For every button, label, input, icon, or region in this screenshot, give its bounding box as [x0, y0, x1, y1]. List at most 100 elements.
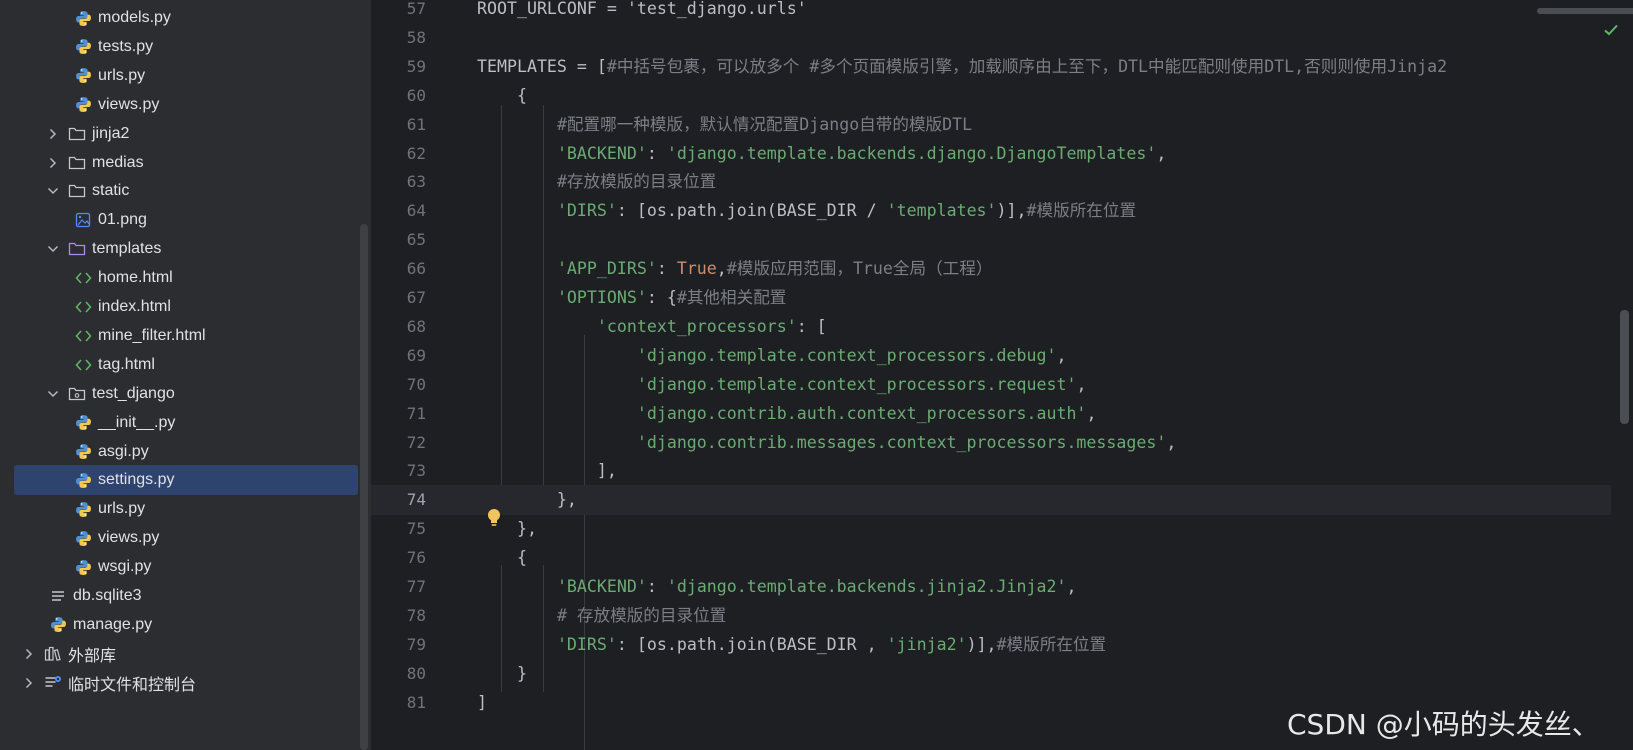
code-line[interactable]: 70 'django.template.context_processors.r…	[371, 370, 1611, 400]
tree-item-models-py[interactable]: models.py	[0, 3, 360, 33]
chevron-right-icon[interactable]	[22, 648, 36, 660]
tree-item-tag-html[interactable]: tag.html	[0, 350, 360, 380]
code-line[interactable]: 57 ROOT_URLCONF = 'test_django.urls'	[371, 0, 1611, 24]
tree-item-mine-filter-html[interactable]: mine_filter.html	[0, 321, 360, 351]
code-text[interactable]: ROOT_URLCONF = 'test_django.urls'	[477, 0, 807, 24]
code-text[interactable]: #配置哪一种模版，默认情况配置Django自带的模版DTL	[477, 110, 972, 140]
tree-item-label: 01.png	[98, 211, 147, 229]
tree-item-manage-py[interactable]: manage.py	[0, 610, 360, 640]
line-number: 57	[406, 0, 426, 18]
tree-item-[interactable]: 外部库	[0, 639, 360, 669]
code-text[interactable]: 'django.template.context_processors.requ…	[477, 370, 1087, 400]
code-text[interactable]: ],	[477, 456, 617, 486]
code-text[interactable]: #存放模版的目录位置	[477, 167, 716, 197]
code-line[interactable]: 58	[371, 23, 1611, 53]
line-number: 75	[406, 519, 426, 539]
code-line[interactable]: 74 },	[371, 485, 1611, 516]
code-text[interactable]: # 存放模版的目录位置	[477, 601, 726, 631]
code-text[interactable]: 'django.template.context_processors.debu…	[477, 341, 1067, 371]
tree-item-tests-py[interactable]: tests.py	[0, 32, 360, 62]
tree-item-settings-py[interactable]: settings.py	[14, 465, 358, 496]
html-file-icon	[74, 298, 92, 316]
code-token: 'OPTIONS'	[556, 288, 647, 307]
code-line[interactable]: 60 {	[371, 81, 1611, 111]
vertical-scrollbar-thumb[interactable]	[1620, 310, 1629, 424]
tree-item-jinja2[interactable]: jinja2	[0, 119, 360, 149]
tree-item-medias[interactable]: medias	[0, 148, 360, 178]
code-line[interactable]: 62 'BACKEND': 'django.template.backends.…	[371, 139, 1611, 169]
code-text[interactable]: 'BACKEND': 'django.template.backends.jin…	[477, 572, 1077, 602]
tree-item-asgi-py[interactable]: asgi.py	[0, 437, 360, 467]
code-text[interactable]: 'context_processors': [	[477, 312, 827, 342]
code-line[interactable]: 69 'django.template.context_processors.d…	[371, 341, 1611, 371]
code-line[interactable]: 72 'django.contrib.messages.context_proc…	[371, 428, 1611, 458]
code-text[interactable]: 'django.contrib.auth.context_processors.…	[477, 399, 1097, 429]
tree-item-01-png[interactable]: 01.png	[0, 205, 360, 235]
code-line[interactable]: 68 'context_processors': [	[371, 312, 1611, 342]
tree-item-urls-py[interactable]: urls.py	[0, 494, 360, 524]
line-number: 58	[406, 27, 426, 47]
tree-item-templates[interactable]: templates	[0, 234, 360, 264]
code-token: 'django.template.context_processors.debu…	[636, 345, 1057, 365]
code-text[interactable]: 'DIRS': [os.path.join(BASE_DIR , 'jinja2…	[477, 630, 1106, 660]
database-file-icon	[49, 587, 67, 605]
tree-item-label: models.py	[98, 9, 171, 26]
code-text[interactable]: 'APP_DIRS': True,#模版应用范围，True全局（工程）	[477, 254, 993, 284]
code-line[interactable]: 65	[371, 225, 1611, 255]
code-line[interactable]: 80 }	[371, 659, 1611, 689]
tree-item-views-py[interactable]: views.py	[0, 523, 360, 553]
chevron-down-icon[interactable]	[46, 390, 60, 398]
code-line[interactable]: 66 'APP_DIRS': True,#模版应用范围，True全局（工程）	[371, 254, 1611, 284]
intention-lightbulb-icon[interactable]	[486, 508, 502, 528]
inspection-ok-check-icon[interactable]	[1603, 22, 1619, 38]
code-editor[interactable]: 57 ROOT_URLCONF = 'test_django.urls' 58 59 T…	[371, 0, 1633, 750]
code-line[interactable]: 73 ],	[371, 456, 1611, 486]
code-text[interactable]: 'OPTIONS': {#其他相关配置	[477, 283, 786, 313]
code-token: 'context_processors'	[596, 316, 797, 336]
code-text[interactable]: {	[477, 81, 527, 111]
tree-item-label: urls.py	[98, 500, 146, 518]
horizontal-scrollbar-thumb[interactable]	[1537, 8, 1633, 14]
code-text[interactable]: 'django.contrib.messages.context_process…	[477, 428, 1177, 458]
code-text[interactable]: }	[477, 659, 527, 689]
code-line[interactable]: 64 'DIRS': [os.path.join(BASE_DIR / 'tem…	[371, 196, 1611, 226]
tree-item-label: __init__.py	[98, 413, 176, 431]
code-line[interactable]: 75 },	[371, 514, 1611, 544]
code-line[interactable]: 77 'BACKEND': 'django.template.backends.…	[371, 572, 1611, 602]
project-tree[interactable]: models.py tests.py urls.py views.py jinja2 me…	[0, 0, 371, 750]
code-text[interactable]: 'BACKEND': 'django.template.backends.dja…	[477, 139, 1166, 169]
code-line[interactable]: 71 'django.contrib.auth.context_processo…	[371, 399, 1611, 429]
code-text[interactable]: ]	[477, 688, 487, 718]
tree-item-test-django[interactable]: test_django	[0, 379, 360, 409]
code-token: : [	[796, 316, 827, 336]
code-token: 'django.template.backends.jinja2.Jinja2'	[666, 577, 1067, 596]
code-text[interactable]: 'DIRS': [os.path.join(BASE_DIR / 'templa…	[477, 196, 1136, 226]
code-text[interactable]: {	[477, 543, 527, 573]
code-text[interactable]: TEMPLATES = [#中括号包裹，可以放多个 #多个页面模版引擎，加载顺序…	[477, 52, 1447, 82]
tree-item-urls-py[interactable]: urls.py	[0, 61, 360, 91]
code-line[interactable]: 76 {	[371, 543, 1611, 573]
code-line[interactable]: 78 # 存放模版的目录位置	[371, 601, 1611, 631]
tree-item-db-sqlite3[interactable]: db.sqlite3	[0, 581, 360, 611]
chevron-right-icon[interactable]	[46, 128, 60, 140]
code-line[interactable]: 63 #存放模版的目录位置	[371, 167, 1611, 197]
sidebar-scrollbar[interactable]	[360, 224, 368, 750]
tree-item-views-py[interactable]: views.py	[0, 90, 360, 120]
tree-item-init-py[interactable]: __init__.py	[0, 408, 360, 438]
tree-item-[interactable]: 临时文件和控制台	[0, 668, 360, 698]
tree-item-static[interactable]: static	[0, 176, 360, 206]
code-line[interactable]: 61 #配置哪一种模版，默认情况配置Django自带的模版DTL	[371, 110, 1611, 140]
chevron-right-icon[interactable]	[22, 677, 36, 689]
tree-item-label: views.py	[98, 95, 160, 113]
code-line[interactable]: 79 'DIRS': [os.path.join(BASE_DIR , 'jin…	[371, 630, 1611, 660]
tree-item-index-html[interactable]: index.html	[0, 292, 360, 322]
tree-item-home-html[interactable]: home.html	[0, 263, 360, 293]
chevron-down-icon[interactable]	[46, 245, 60, 253]
code-line[interactable]: 59 TEMPLATES = [#中括号包裹，可以放多个 #多个页面模版引擎，加载…	[371, 52, 1611, 82]
tree-item-wsgi-py[interactable]: wsgi.py	[0, 552, 360, 582]
code-line[interactable]: 67 'OPTIONS': {#其他相关配置	[371, 283, 1611, 313]
chevron-down-icon[interactable]	[46, 187, 60, 195]
chevron-right-icon[interactable]	[46, 157, 60, 169]
